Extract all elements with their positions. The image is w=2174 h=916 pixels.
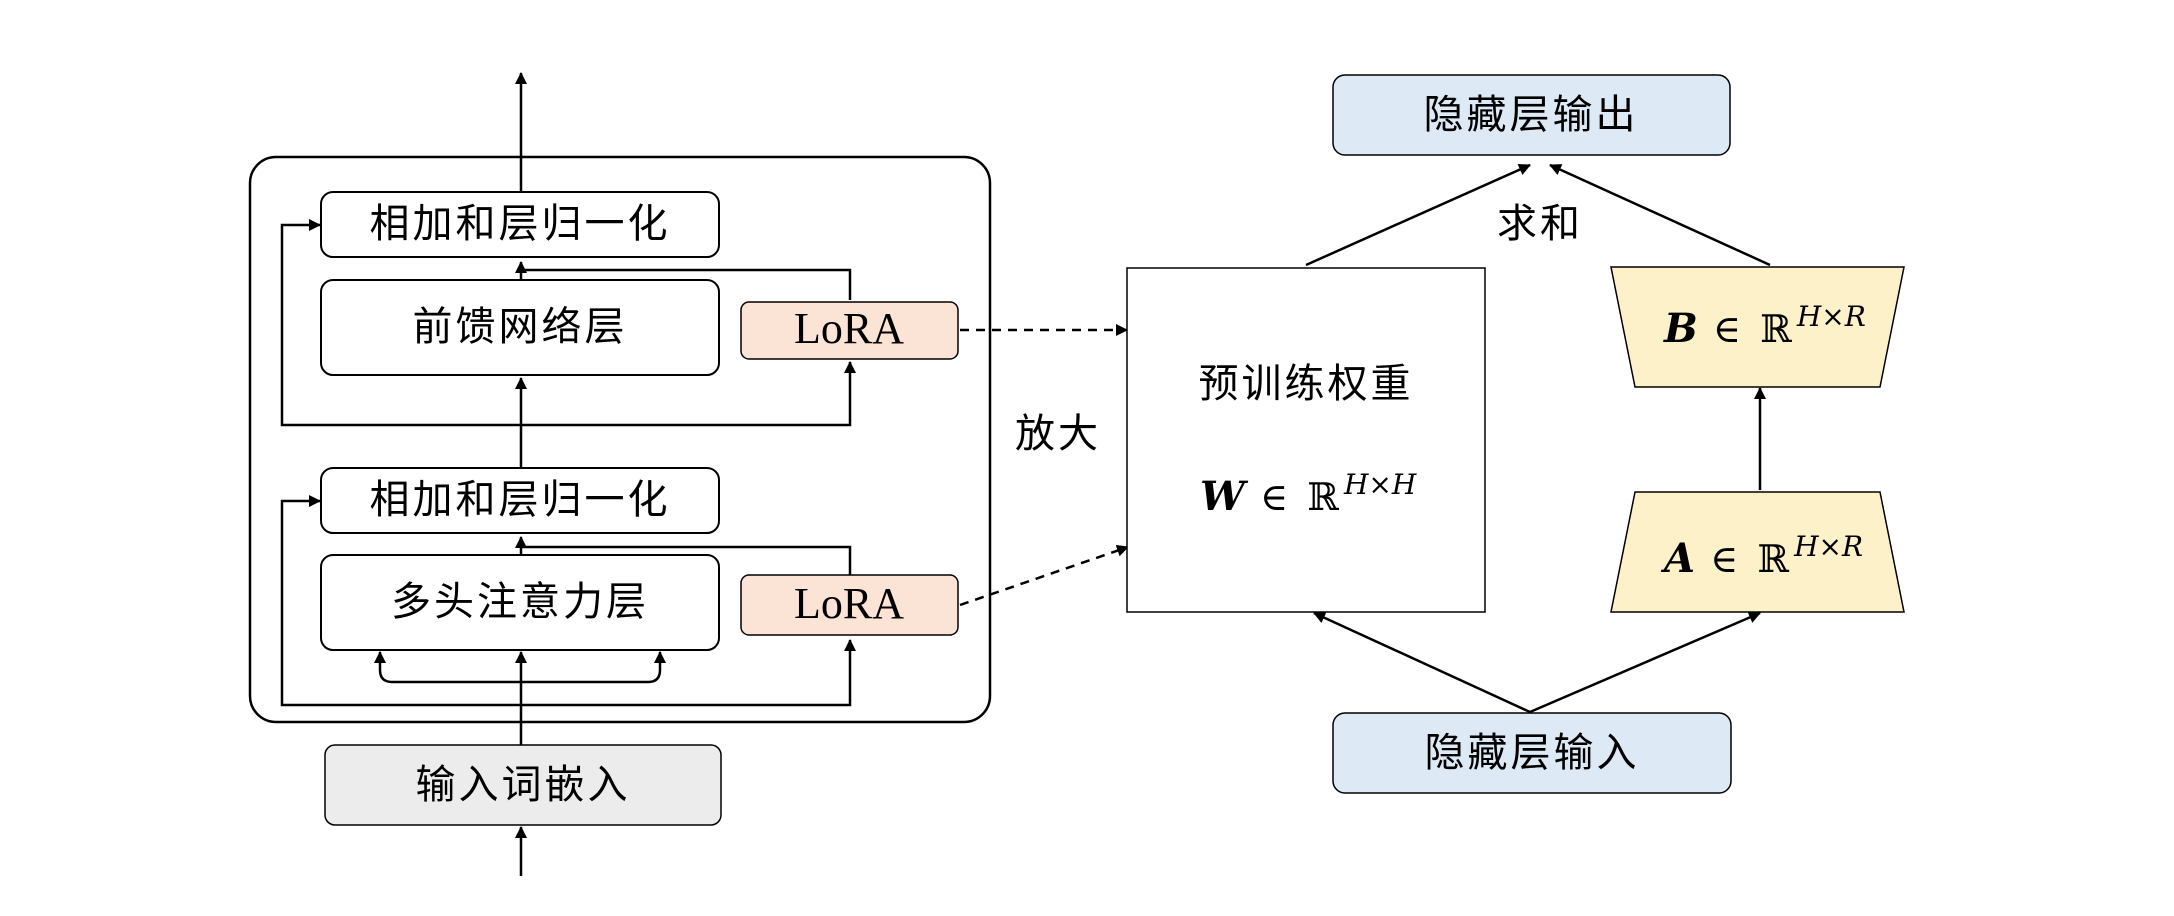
zoom-label: 放大 [1015,411,1101,457]
input-to-a-arrow [1529,611,1761,714]
b-to-output-arrow [1549,163,1771,267]
a-dims: H×R [1793,530,1863,563]
input-to-w-arrow [1313,611,1531,714]
a-element-of: ∈ [1710,537,1738,581]
w-symbol: W [1200,473,1249,520]
w-element-of: ∈ [1260,475,1288,519]
w-real-space: ℝ [1307,475,1339,519]
lora-architecture-diagram: 相加和层归一化 前馈网络层 LoRA 相加和层归一化 多头注意力层 LoRA 输… [248,72,1905,876]
pretrained-weight-title: 预训练权重 [1199,361,1414,407]
a-symbol: A [1660,535,1695,582]
input-embedding-label: 输入词嵌入 [416,762,631,808]
b-dims: H×R [1796,300,1866,333]
b-element-of: ∈ [1713,307,1741,351]
mha-label: 多头注意力层 [391,579,649,625]
add-norm-top-label: 相加和层归一化 [370,201,671,247]
hidden-input-label: 隐藏层输入 [1425,730,1640,776]
add-norm-bottom-label: 相加和层归一化 [370,477,671,523]
b-symbol: B [1663,305,1698,352]
ffn-label: 前馈网络层 [413,304,628,350]
pretrained-weight-box [1126,267,1486,613]
sum-label: 求和 [1497,201,1583,247]
b-real-space: ℝ [1760,307,1792,351]
lora-bottom-label: LoRA [794,579,904,628]
w-dims: H×H [1343,468,1417,501]
lora-top-label: LoRA [794,304,904,353]
a-real-space: ℝ [1757,537,1789,581]
hidden-output-label: 隐藏层输出 [1424,92,1639,138]
